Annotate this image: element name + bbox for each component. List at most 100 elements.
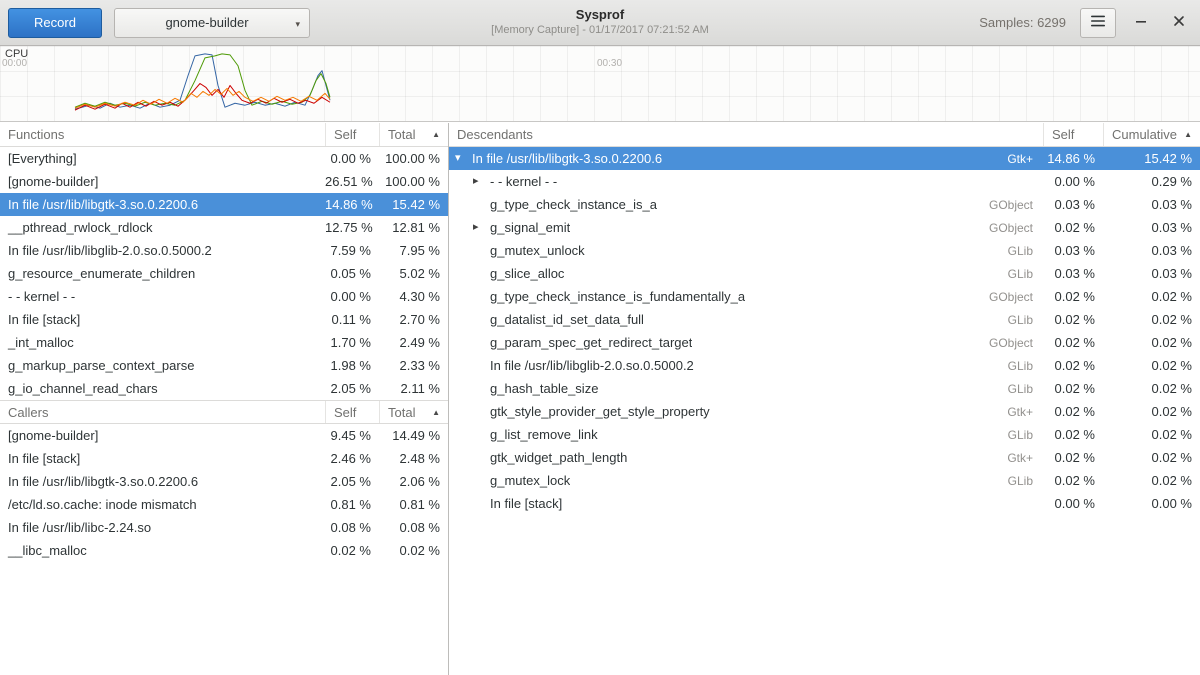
cell-self-percent: 0.02 % bbox=[1043, 220, 1103, 235]
cell-cumulative-percent: 0.02 % bbox=[1103, 404, 1200, 419]
column-label: Total bbox=[388, 405, 415, 420]
minimize-button[interactable] bbox=[1128, 10, 1154, 36]
cell-self-percent: 0.00 % bbox=[325, 289, 379, 304]
descendant-row[interactable]: ▸g_signal_emitGObject0.02 %0.03 % bbox=[449, 216, 1200, 239]
cell-self-percent: 7.59 % bbox=[325, 243, 379, 258]
function-row[interactable]: In file /usr/lib/libglib-2.0.so.0.5000.2… bbox=[0, 239, 448, 262]
cell-function-name: g_resource_enumerate_children bbox=[0, 266, 325, 281]
cpu-blue-line bbox=[75, 54, 330, 109]
cell-library-name: GObject bbox=[981, 290, 1043, 304]
descendant-row[interactable]: In file /usr/lib/libglib-2.0.so.0.5000.2… bbox=[449, 354, 1200, 377]
caller-row[interactable]: In file [stack]2.46 %2.48 % bbox=[0, 447, 448, 470]
descendant-row[interactable]: g_datalist_id_set_data_fullGLib0.02 %0.0… bbox=[449, 308, 1200, 331]
expander-expanded-icon[interactable]: ▾ bbox=[455, 153, 472, 164]
descendants-self-column-header[interactable]: Self bbox=[1043, 123, 1103, 146]
descendant-row[interactable]: g_type_check_instance_is_aGObject0.03 %0… bbox=[449, 193, 1200, 216]
cell-self-percent: 0.03 % bbox=[1043, 266, 1103, 281]
cell-self-percent: 2.05 % bbox=[325, 381, 379, 396]
cell-self-percent: 0.00 % bbox=[1043, 496, 1103, 511]
caller-row[interactable]: [gnome-builder]9.45 %14.49 % bbox=[0, 424, 448, 447]
cell-total-percent: 0.81 % bbox=[379, 497, 448, 512]
function-row[interactable]: g_markup_parse_context_parse1.98 %2.33 % bbox=[0, 354, 448, 377]
callers-column-header[interactable]: Callers bbox=[0, 401, 325, 423]
cell-descendant-name: g_slice_alloc bbox=[490, 266, 564, 281]
cell-library-name: Gtk+ bbox=[999, 152, 1043, 166]
cell-self-percent: 0.02 % bbox=[1043, 289, 1103, 304]
descendant-row[interactable]: g_mutex_unlockGLib0.03 %0.03 % bbox=[449, 239, 1200, 262]
cell-total-percent: 0.02 % bbox=[379, 543, 448, 558]
cell-function-name: g_markup_parse_context_parse bbox=[0, 358, 325, 373]
cell-function-name: __pthread_rwlock_rdlock bbox=[0, 220, 325, 235]
record-button[interactable]: Record bbox=[8, 8, 102, 38]
column-label: Functions bbox=[8, 127, 64, 142]
descendants-cumulative-column-header[interactable]: Cumulative ▲ bbox=[1103, 123, 1200, 146]
cell-total-percent: 15.42 % bbox=[379, 197, 448, 212]
cell-function-name: __libc_malloc bbox=[0, 543, 325, 558]
cell-function-name: In file [stack] bbox=[0, 451, 325, 466]
function-row[interactable]: g_resource_enumerate_children0.05 %5.02 … bbox=[0, 262, 448, 285]
cell-self-percent: 0.03 % bbox=[1043, 243, 1103, 258]
expander-collapsed-icon[interactable]: ▸ bbox=[473, 176, 490, 187]
cell-cumulative-percent: 0.02 % bbox=[1103, 312, 1200, 327]
descendant-row[interactable]: gtk_widget_path_lengthGtk+0.02 %0.02 % bbox=[449, 446, 1200, 469]
descendant-row[interactable]: g_mutex_lockGLib0.02 %0.02 % bbox=[449, 469, 1200, 492]
caller-row[interactable]: In file /usr/lib/libc-2.24.so0.08 %0.08 … bbox=[0, 516, 448, 539]
minimize-icon bbox=[1133, 13, 1149, 32]
functions-self-column-header[interactable]: Self bbox=[325, 123, 379, 146]
caller-row[interactable]: /etc/ld.so.cache: inode mismatch0.81 %0.… bbox=[0, 493, 448, 516]
descendant-row[interactable]: g_param_spec_get_redirect_targetGObject0… bbox=[449, 331, 1200, 354]
cell-cumulative-percent: 0.02 % bbox=[1103, 450, 1200, 465]
functions-total-column-header[interactable]: Total ▲ bbox=[379, 123, 448, 146]
close-button[interactable] bbox=[1166, 10, 1192, 36]
descendant-row[interactable]: gtk_style_provider_get_style_propertyGtk… bbox=[449, 400, 1200, 423]
function-row[interactable]: __pthread_rwlock_rdlock12.75 %12.81 % bbox=[0, 216, 448, 239]
cell-self-percent: 1.70 % bbox=[325, 335, 379, 350]
cell-descendant-name: g_datalist_id_set_data_full bbox=[490, 312, 644, 327]
cell-descendant-name: g_param_spec_get_redirect_target bbox=[490, 335, 692, 350]
cell-total-percent: 2.70 % bbox=[379, 312, 448, 327]
cell-function-name: [gnome-builder] bbox=[0, 174, 325, 189]
cell-self-percent: 0.00 % bbox=[325, 151, 379, 166]
caller-row[interactable]: __libc_malloc0.02 %0.02 % bbox=[0, 539, 448, 562]
descendant-row[interactable]: g_slice_allocGLib0.03 %0.03 % bbox=[449, 262, 1200, 285]
callers-total-column-header[interactable]: Total ▲ bbox=[379, 401, 448, 423]
cell-function-name: In file [stack] bbox=[0, 312, 325, 327]
descendant-row[interactable]: In file [stack]0.00 %0.00 % bbox=[449, 492, 1200, 515]
cell-descendant-name: gtk_widget_path_length bbox=[490, 450, 627, 465]
descendant-row[interactable]: g_type_check_instance_is_fundamentally_a… bbox=[449, 285, 1200, 308]
right-pane: Descendants Self Cumulative ▲ ▾In file /… bbox=[449, 123, 1200, 675]
callers-self-column-header[interactable]: Self bbox=[325, 401, 379, 423]
cell-self-percent: 2.46 % bbox=[325, 451, 379, 466]
cell-self-percent: 1.98 % bbox=[325, 358, 379, 373]
cell-library-name: GLib bbox=[1000, 382, 1043, 396]
descendants-table-header: Descendants Self Cumulative ▲ bbox=[449, 123, 1200, 147]
app-title: Sysprof bbox=[491, 7, 709, 23]
descendant-row[interactable]: ▾In file /usr/lib/libgtk-3.so.0.2200.6Gt… bbox=[449, 147, 1200, 170]
function-row[interactable]: [gnome-builder]26.51 %100.00 % bbox=[0, 170, 448, 193]
cell-self-percent: 0.02 % bbox=[1043, 312, 1103, 327]
caller-row[interactable]: In file /usr/lib/libgtk-3.so.0.2200.62.0… bbox=[0, 470, 448, 493]
function-row[interactable]: In file /usr/lib/libgtk-3.so.0.2200.614.… bbox=[0, 193, 448, 216]
cell-total-percent: 2.06 % bbox=[379, 474, 448, 489]
process-selector[interactable]: gnome-builder ▾ bbox=[114, 8, 310, 38]
cell-total-percent: 14.49 % bbox=[379, 428, 448, 443]
descendant-row[interactable]: g_hash_table_sizeGLib0.02 %0.02 % bbox=[449, 377, 1200, 400]
cell-self-percent: 0.02 % bbox=[1043, 381, 1103, 396]
function-row[interactable]: In file [stack]0.11 %2.70 % bbox=[0, 308, 448, 331]
expander-collapsed-icon[interactable]: ▸ bbox=[473, 222, 490, 233]
menu-button[interactable] bbox=[1080, 8, 1116, 38]
descendants-column-header[interactable]: Descendants bbox=[449, 123, 1043, 146]
descendant-row[interactable]: ▸- - kernel - -0.00 %0.29 % bbox=[449, 170, 1200, 193]
function-row[interactable]: - - kernel - -0.00 %4.30 % bbox=[0, 285, 448, 308]
descendant-row[interactable]: g_list_remove_linkGLib0.02 %0.02 % bbox=[449, 423, 1200, 446]
cell-cumulative-percent: 0.03 % bbox=[1103, 266, 1200, 281]
callers-table-body: [gnome-builder]9.45 %14.49 %In file [sta… bbox=[0, 424, 448, 562]
function-row[interactable]: [Everything]0.00 %100.00 % bbox=[0, 147, 448, 170]
cell-descendant-name: g_mutex_unlock bbox=[490, 243, 585, 258]
function-row[interactable]: _int_malloc1.70 %2.49 % bbox=[0, 331, 448, 354]
cell-function-name: - - kernel - - bbox=[0, 289, 325, 304]
functions-column-header[interactable]: Functions bbox=[0, 123, 325, 146]
cpu-graph[interactable]: CPU 00:00 00:30 bbox=[0, 46, 1200, 122]
function-row[interactable]: g_io_channel_read_chars2.05 %2.11 % bbox=[0, 377, 448, 400]
cell-self-percent: 0.02 % bbox=[1043, 427, 1103, 442]
